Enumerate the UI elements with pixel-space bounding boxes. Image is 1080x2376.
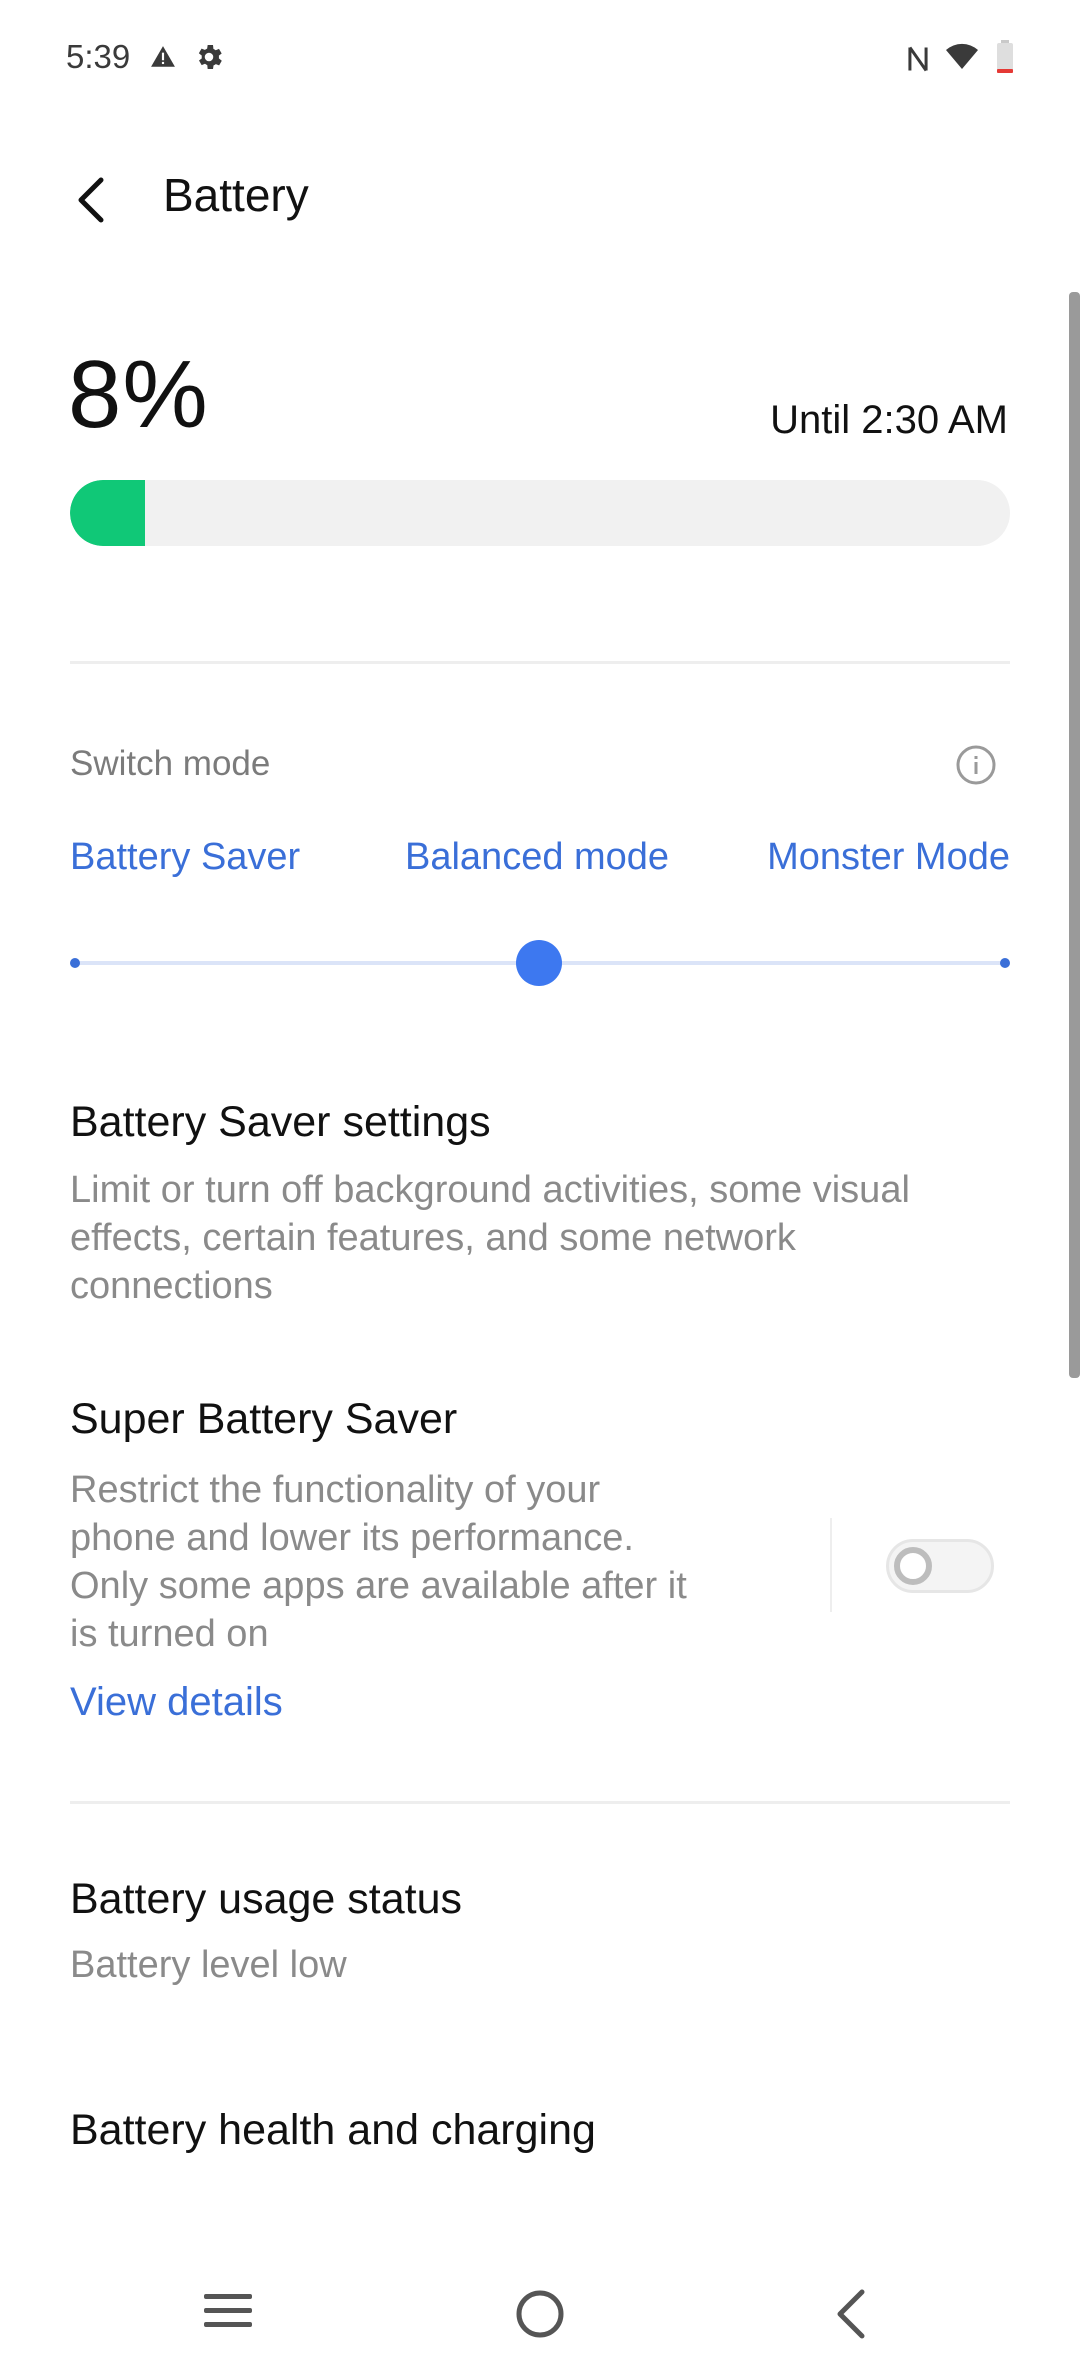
super-battery-saver-desc-4: is turned on: [70, 1613, 269, 1655]
status-time: 5:39: [66, 38, 131, 75]
super-battery-saver-desc-3: Only some apps are available after it: [70, 1565, 687, 1607]
battery-level-bar: [70, 480, 1010, 546]
battery-saver-settings-desc-2: effects, certain features, and some netw…: [70, 1217, 796, 1259]
battery-saver-settings-title: Battery Saver settings: [70, 1098, 491, 1146]
app-header: Battery: [0, 150, 1080, 250]
slider-stop-left[interactable]: [70, 958, 80, 968]
toggle-knob: [894, 1547, 932, 1585]
battery-usage-status-title: Battery usage status: [70, 1875, 462, 1923]
mode-battery-saver[interactable]: Battery Saver: [70, 836, 300, 879]
battery-level-fill: [70, 480, 146, 546]
scrollbar[interactable]: [1069, 292, 1080, 1378]
battery-health-title: Battery health and charging: [70, 2106, 596, 2154]
super-battery-saver-desc-2: phone and lower its performance.: [70, 1517, 634, 1559]
back-icon[interactable]: [826, 2284, 876, 2344]
mode-slider[interactable]: [70, 940, 1010, 986]
super-battery-saver-toggle[interactable]: [886, 1539, 994, 1593]
battery-saver-settings-desc-1: Limit or turn off background activities,…: [70, 1169, 910, 1211]
nfc-icon: [908, 46, 928, 72]
info-icon[interactable]: [955, 744, 997, 786]
wifi-icon: [946, 43, 978, 69]
recent-apps-icon[interactable]: [200, 2286, 256, 2336]
home-icon[interactable]: [510, 2284, 570, 2344]
switch-mode-label: Switch mode: [70, 744, 271, 783]
mode-balanced[interactable]: Balanced mode: [405, 836, 669, 879]
super-battery-saver-title: Super Battery Saver: [70, 1395, 458, 1443]
divider: [70, 1801, 1010, 1804]
battery-percent: 8%: [68, 341, 209, 448]
slider-stop-right[interactable]: [1000, 958, 1010, 968]
battery-low-icon: [997, 40, 1013, 73]
gear-icon: [198, 45, 222, 69]
divider: [70, 661, 1010, 664]
slider-thumb[interactable]: [516, 940, 562, 986]
navigation-bar: [0, 2260, 1080, 2376]
battery-saver-settings-desc-3: connections: [70, 1265, 273, 1307]
back-button[interactable]: [60, 170, 120, 230]
vertical-separator: [830, 1518, 832, 1612]
page-title: Battery: [163, 169, 309, 221]
view-details-link[interactable]: View details: [70, 1680, 283, 1725]
super-battery-saver-desc-1: Restrict the functionality of your: [70, 1469, 601, 1511]
warning-icon: [151, 46, 175, 67]
battery-until-time: Until 2:30 AM: [770, 398, 1008, 442]
back-arrow-icon: [78, 177, 104, 223]
battery-usage-status-desc: Battery level low: [70, 1944, 347, 1986]
status-bar: 5:39: [0, 0, 1080, 120]
mode-monster[interactable]: Monster Mode: [767, 836, 1010, 879]
